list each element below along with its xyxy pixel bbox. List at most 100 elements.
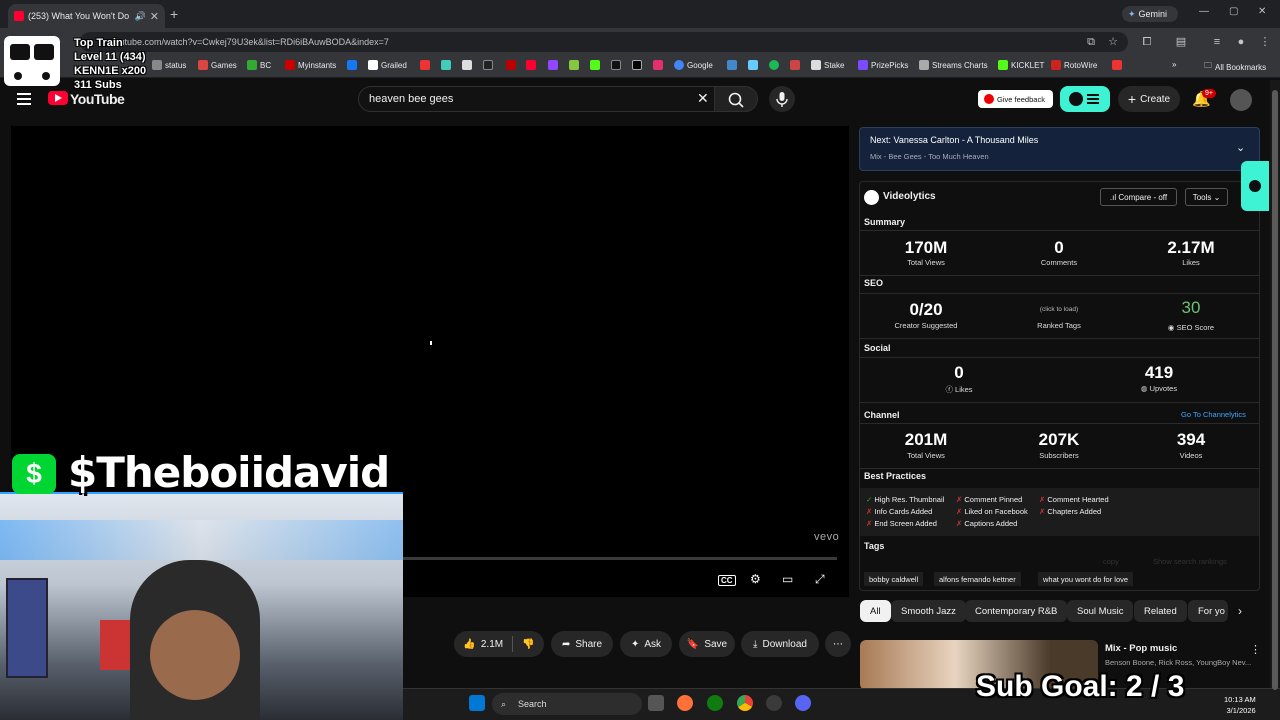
bookmark-facebook[interactable]	[347, 60, 357, 70]
bookmark-games[interactable]: Games	[198, 60, 237, 70]
chip-for-you[interactable]: For yo	[1188, 600, 1228, 622]
bookmark-shortcut-2[interactable]	[441, 60, 451, 70]
close-window-icon[interactable]: ✕	[1258, 6, 1266, 17]
close-tab-icon[interactable]: ✕	[150, 10, 159, 23]
fullscreen-icon[interactable]: ⤢	[815, 572, 825, 587]
clear-search-icon[interactable]: ✕	[697, 90, 709, 107]
recommended-title[interactable]: Mix - Pop music	[1105, 643, 1177, 654]
task-view-icon[interactable]	[648, 695, 664, 711]
show-rankings-link[interactable]: Show search rankings	[1153, 557, 1227, 566]
speaker-icon[interactable]: 🔊	[135, 11, 146, 22]
give-feedback-button[interactable]: Give feedback	[978, 90, 1053, 108]
youtube-logo-text[interactable]: YouTube	[70, 91, 125, 107]
next-title[interactable]: Next: Vanessa Carlton - A Thousand Miles	[870, 135, 1038, 145]
chip-all[interactable]: All	[860, 600, 891, 622]
ranked-tags-load[interactable]: (click to load)	[999, 306, 1119, 313]
search-button[interactable]	[714, 86, 758, 112]
videolytics-side-tab[interactable]	[1241, 161, 1269, 211]
chrome-icon[interactable]	[737, 695, 753, 711]
menu-hamburger-icon[interactable]	[17, 93, 31, 108]
bookmark-spotify[interactable]	[769, 60, 779, 70]
chevron-down-icon[interactable]: ⌄	[1236, 141, 1245, 154]
save-button[interactable]: 🔖 Save	[679, 631, 735, 657]
videolytics-toggle-button[interactable]	[1060, 86, 1110, 112]
maximize-icon[interactable]: ▢	[1229, 6, 1238, 17]
compare-button[interactable]: .ıl Compare - off	[1100, 188, 1177, 206]
copy-tags-link[interactable]: copy	[1103, 557, 1119, 566]
bookmark-shortcut-3[interactable]	[462, 60, 472, 70]
app-icon[interactable]	[766, 695, 782, 711]
bookmark-x[interactable]	[632, 60, 642, 70]
ask-button[interactable]: ✦ Ask	[620, 631, 672, 657]
bookmark-status[interactable]: status	[152, 60, 186, 70]
bookmark-bc[interactable]: BC	[247, 60, 271, 70]
tag-chip[interactable]: bobby caldwell	[864, 572, 924, 586]
bookmark-stake[interactable]: Stake	[811, 60, 844, 70]
bookmark-twitch[interactable]	[548, 60, 558, 70]
taskbar-search[interactable]: ⌕ Search	[492, 693, 642, 715]
bookmark-shortcut-7[interactable]	[748, 60, 758, 70]
bookmark-google[interactable]: Google	[674, 60, 713, 70]
install-icon[interactable]: ⧉	[1084, 35, 1098, 49]
settings-gear-icon[interactable]: ⚙	[750, 572, 761, 586]
firefox-icon[interactable]	[677, 695, 693, 711]
bookmark-kick[interactable]	[590, 60, 600, 70]
discord-icon[interactable]	[795, 695, 811, 711]
new-tab-button[interactable]: +	[170, 6, 178, 22]
captions-icon[interactable]: CC	[718, 572, 736, 586]
more-options-icon[interactable]: ⋮	[1250, 643, 1261, 656]
bookmark-prizepicks[interactable]: PrizePicks	[858, 60, 908, 70]
video-progress-bar[interactable]	[403, 557, 837, 560]
bookmark-rumble[interactable]	[569, 60, 579, 70]
search-input[interactable]: heaven bee gees	[358, 86, 715, 112]
chip-soul-music[interactable]: Soul Music	[1067, 600, 1134, 622]
more-actions-button[interactable]: ⋯	[825, 631, 851, 657]
tag-chip[interactable]: what you wont do for love	[1038, 572, 1134, 586]
bookmark-shortcut-5[interactable]	[506, 60, 516, 70]
share-button[interactable]: ➦ Share	[551, 631, 613, 657]
chip-contemporary-rnb[interactable]: Contemporary R&B	[965, 600, 1068, 622]
gemini-button[interactable]: ✦ Gemini	[1122, 6, 1178, 22]
like-icon[interactable]: 👍	[463, 639, 475, 650]
address-bar[interactable]: youtube.com/watch?v=Cwkej79U3ek&list=RDi…	[80, 32, 1128, 52]
account-avatar[interactable]	[1230, 89, 1252, 111]
chevron-right-icon[interactable]: ›	[1238, 604, 1242, 618]
bookmark-kicklet[interactable]: KICKLET	[998, 60, 1044, 70]
channelytics-link[interactable]: Go To Channelytics	[1181, 410, 1246, 419]
chip-smooth-jazz[interactable]: Smooth Jazz	[891, 600, 966, 622]
bookmark-tiktok[interactable]	[611, 60, 621, 70]
profile-icon[interactable]: ●	[1234, 35, 1248, 49]
chip-related[interactable]: Related	[1134, 600, 1187, 622]
bookmark-rotowire[interactable]: RotoWire	[1051, 60, 1097, 70]
dislike-icon[interactable]: 👎	[522, 639, 534, 650]
bookmark-grailed[interactable]: Grailed	[368, 60, 407, 70]
bookmark-myinstants[interactable]: Myinstants	[285, 60, 336, 70]
theater-mode-icon[interactable]: ▭	[782, 572, 793, 586]
youtube-logo-icon[interactable]	[48, 91, 68, 105]
minimize-icon[interactable]: —	[1199, 6, 1209, 17]
tools-button[interactable]: Tools ⌄	[1185, 188, 1228, 206]
bookmark-shortcut-9[interactable]	[1112, 60, 1122, 70]
create-button[interactable]: + Create	[1118, 86, 1180, 112]
voice-search-button[interactable]	[769, 86, 795, 112]
bookmark-star-icon[interactable]: ☆	[1106, 35, 1120, 49]
extensions-icon[interactable]: ⧠	[1140, 35, 1154, 49]
bookmark-shortcut-6[interactable]	[727, 60, 737, 70]
like-count[interactable]: 2.1M	[481, 639, 503, 650]
bookmark-shortcut-8[interactable]	[790, 60, 800, 70]
more-bookmarks-icon[interactable]: »	[1172, 60, 1176, 69]
xbox-icon[interactable]	[707, 695, 723, 711]
menu-icon[interactable]: ⋮	[1258, 35, 1272, 49]
windows-start-icon[interactable]	[469, 695, 485, 711]
bookmark-streams-charts[interactable]: Streams Charts	[919, 60, 988, 70]
next-up-panel[interactable]	[859, 127, 1260, 171]
bookmark-instagram[interactable]	[653, 60, 663, 70]
bookmark-youtube[interactable]	[526, 60, 536, 70]
tag-chip[interactable]: alfons fernando kettner	[934, 572, 1021, 586]
download-button[interactable]: ⤓ Download	[741, 631, 819, 657]
browser-tab[interactable]: (253) What You Won't Do f 🔊 ✕	[8, 4, 165, 28]
scrollbar-thumb[interactable]	[1272, 90, 1278, 690]
system-clock[interactable]: 10:13 AM 3/1/2026	[1224, 694, 1256, 716]
all-bookmarks[interactable]: 🗀 All Bookmarks	[1204, 60, 1266, 74]
bookmark-shortcut-4[interactable]	[483, 60, 493, 70]
